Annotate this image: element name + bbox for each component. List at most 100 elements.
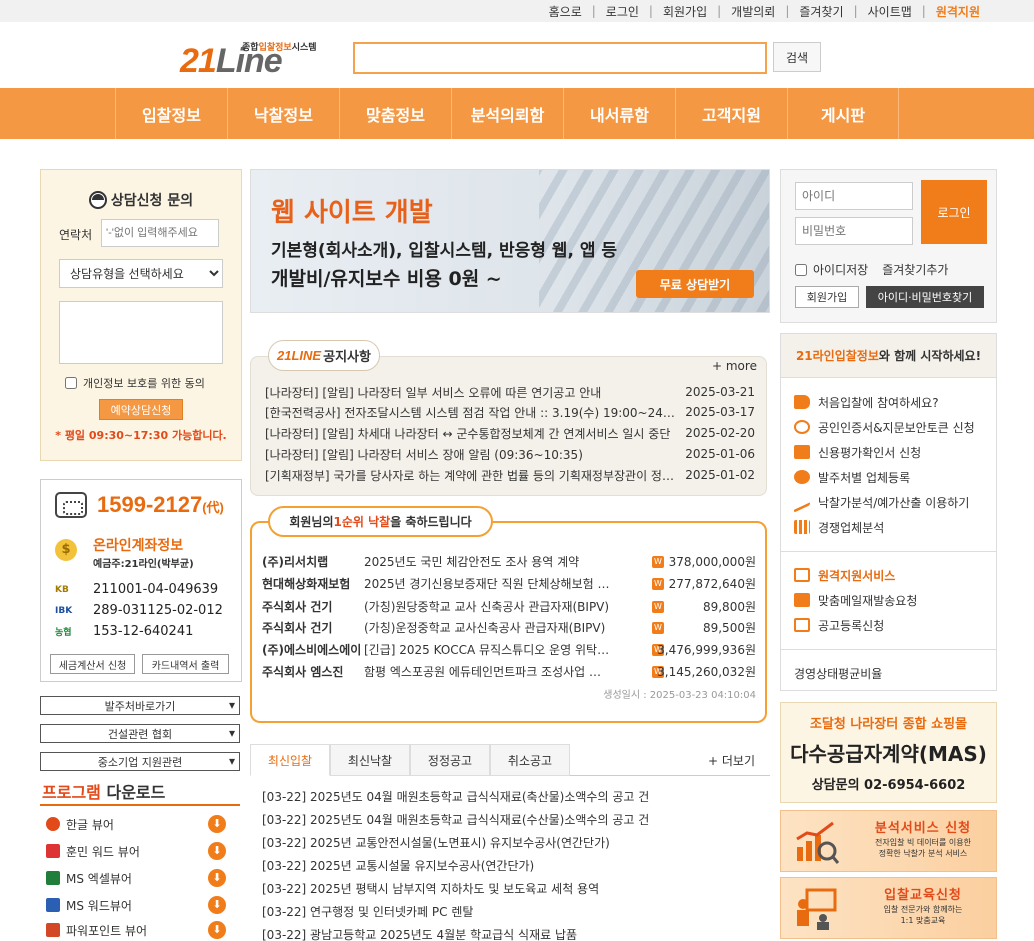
program-hunmin-viewer[interactable]: 훈민 워드 뷰어 ⬇	[46, 841, 236, 861]
won-icon: W	[652, 555, 664, 568]
top-link-remote[interactable]: 원격지원	[936, 3, 980, 20]
client-shortcut-select[interactable]: 발주처바로가기	[40, 696, 240, 715]
notice-row[interactable]: [나라장터] [알림] 나라장터 일부 서비스 오류에 따른 연기공고 안내 20…	[265, 382, 755, 402]
bid-list-item[interactable]: [03-22] 2025년 평택시 남부지역 지하차도 및 보도육교 세척 용역	[262, 880, 762, 900]
nav-support[interactable]: 고객지원	[675, 88, 787, 139]
top-link-login[interactable]: 로그인	[606, 3, 639, 20]
privacy-checkbox[interactable]	[65, 377, 77, 389]
notice-title: [한국전력공사] 전자조달시스템 시스템 점검 작업 안내 :: 3.19(수)…	[265, 405, 675, 420]
start-mail-resend[interactable]: 맞춤메일재발송요청	[794, 590, 994, 610]
start-first-bid[interactable]: 처음입찰에 참여하세요?	[794, 392, 994, 412]
start-notice-register[interactable]: 공고등록신청	[794, 615, 994, 635]
privacy-consent[interactable]: 개인정보 보호를 위한 동의	[65, 375, 205, 391]
bid-list-item[interactable]: [03-22] 연구행정 및 인터넷카페 PC 렌탈	[262, 903, 762, 923]
notice-date: 2025-01-06	[685, 447, 755, 461]
nav-bid-info[interactable]: 입찰정보	[115, 88, 227, 139]
program-ppt-viewer[interactable]: 파워포인트 뷰어 ⬇	[46, 920, 236, 940]
program-title-b: 다운로드	[106, 783, 166, 802]
consult-message-textarea[interactable]	[59, 301, 223, 364]
card-statement-button[interactable]: 카드내역서 출력	[142, 654, 229, 674]
award-row[interactable]: 현대해상화재보험 2025년 경기신용보증재단 직원 단체상해보험 가입 W 277,…	[262, 573, 756, 594]
remember-id-checkbox[interactable]	[795, 263, 807, 276]
user-id-input[interactable]	[795, 182, 913, 210]
construction-assoc-select[interactable]: 건설관련 협회	[40, 724, 240, 743]
notice-row[interactable]: [기획재정부] 국가를 당사자로 하는 계약에 관한 법률 등의 기획재정부장관…	[265, 465, 755, 485]
start-item-label: 신용평가확인서 신청	[818, 445, 922, 460]
find-id-pw-button[interactable]: 아이디·비밀번호찾기	[866, 286, 984, 308]
nav-custom-info[interactable]: 맞춤정보	[339, 88, 451, 139]
download-icon[interactable]: ⬇	[208, 842, 226, 860]
tax-invoice-button[interactable]: 세금계산서 신청	[50, 654, 135, 674]
program-excel-viewer[interactable]: MS 엑셀뷰어 ⬇	[46, 868, 236, 888]
notice-row[interactable]: [나라장터] [알림] 나라장터 서비스 장애 알림 (09:36~10:35)…	[265, 444, 755, 464]
download-icon[interactable]: ⬇	[208, 869, 226, 887]
site-logo[interactable]: 21Line 종합입찰정보시스템	[180, 36, 350, 80]
top-link-favorite[interactable]: 즐겨찾기	[799, 3, 843, 20]
nav-board[interactable]: 게시판	[787, 88, 899, 139]
bid-list-item[interactable]: [03-22] 광남고등학교 2025년도 4월분 학교급식 식재료 납품	[262, 926, 762, 941]
bank-row-ibk: IBK 289-031125-02-012	[55, 603, 223, 618]
analysis-service-banner[interactable]: 분석서비스 신청 전자입찰 빅 데이터를 이용한 정확한 낙찰가 분석 서비스	[780, 810, 997, 872]
top-link-dev[interactable]: 개발의뢰	[731, 3, 775, 20]
start-vendor-register[interactable]: 발주처별 업체등록	[794, 467, 994, 487]
award-row[interactable]: 주식회사 엠스진 함평 엑스포공원 에듀테인먼트파크 조성사업 전시 W 3,145,…	[262, 661, 756, 682]
nav-award-info[interactable]: 낙찰정보	[227, 88, 339, 139]
consult-type-select[interactable]: 상담유형을 선택하세요	[59, 259, 223, 288]
program-word-viewer[interactable]: MS 워드뷰어 ⬇	[46, 895, 236, 915]
top-link-join[interactable]: 회원가입	[663, 3, 707, 20]
award-row[interactable]: 주식회사 건기 (가칭)원당중학교 교사 신축공사 관급자재(BIPV) W 89,8…	[262, 596, 756, 617]
download-icon[interactable]: ⬇	[208, 896, 226, 914]
download-icon[interactable]: ⬇	[208, 815, 226, 833]
join-button[interactable]: 회원가입	[795, 286, 859, 308]
ibk-logo-icon: IBK	[55, 605, 73, 616]
bid-list-item[interactable]: [03-22] 2025년 교통시설물 유지보수공사(연간단가)	[262, 857, 762, 877]
bid-list-item[interactable]: [03-22] 2025년도 04월 매원초등학교 급식식재료(축산물)소액수의…	[262, 788, 762, 808]
notice-row[interactable]: [한국전력공사] 전자조달시스템 시스템 점검 작업 안내 :: 3.19(수)…	[265, 402, 755, 422]
search-box	[353, 42, 767, 74]
search-input[interactable]	[355, 44, 765, 72]
consult-title: 상담신청 문의	[41, 190, 241, 210]
start-item-label: 발주처별 업체등록	[818, 470, 911, 485]
award-row[interactable]: 주식회사 건기 (가칭)운정중학교 교사신축공사 관급자재(BIPV) W 89,50…	[262, 617, 756, 638]
top-link-sitemap[interactable]: 사이트맵	[868, 3, 912, 20]
password-input[interactable]	[795, 217, 913, 245]
notice-more-link[interactable]: + more	[712, 359, 757, 373]
mas-banner[interactable]: 조달청 나라장터 종합 쇼핑몰 다수공급자계약(MAS) 상담문의 02-695…	[780, 702, 997, 803]
start-competitor-analysis[interactable]: 경쟁업체분석	[794, 517, 994, 537]
start-management-ratio[interactable]: 경영상태평균비율	[794, 663, 994, 683]
start-divider	[781, 649, 996, 650]
phone-input[interactable]	[101, 219, 219, 247]
phone-number-row: 1599-2127(代)	[55, 492, 224, 518]
top-link-home[interactable]: 홈으로	[549, 3, 582, 20]
start-remote-support[interactable]: 원격지원서비스	[794, 565, 994, 585]
nav-analysis[interactable]: 분석의뢰함	[451, 88, 563, 139]
reserve-consult-button[interactable]: 예약상담신청	[99, 399, 183, 420]
list-more-link[interactable]: + 더보기	[708, 752, 755, 769]
program-label: MS 워드뷰어	[66, 898, 132, 913]
award-row[interactable]: (주)리서치랩 2025년도 국민 체감안전도 조사 용역 계약 W 378,000,…	[262, 551, 756, 572]
bid-list-item[interactable]: [03-22] 2025년 교통안전시설물(노면표시) 유지보수공사(연간단가)	[262, 834, 762, 854]
start-cert-token[interactable]: 공인인증서&지문보안토큰 신청	[794, 417, 994, 437]
start-price-analysis[interactable]: 낙찰가분석/예가산출 이용하기	[794, 491, 994, 513]
remember-id[interactable]: 아이디저장 즐겨찾기추가	[795, 261, 948, 278]
add-favorite-link[interactable]: 즐겨찾기추가	[882, 261, 948, 278]
award-company: 주식회사 건기	[262, 600, 333, 614]
search-button[interactable]: 검색	[773, 42, 821, 72]
program-hwp-viewer[interactable]: 한글 뷰어 ⬇	[46, 814, 236, 834]
nav-documents[interactable]: 내서류함	[563, 88, 675, 139]
tab-corrections[interactable]: 정정공고	[410, 744, 490, 776]
tab-latest-bids[interactable]: 최신입찰	[250, 744, 330, 776]
notice-row[interactable]: [나라장터] [알림] 차세대 나라장터 ↔ 군수통합정보체계 간 연계서비스 …	[265, 423, 755, 443]
sme-support-select[interactable]: 중소기업 지원관련	[40, 752, 240, 771]
start-item-label: 공고등록신청	[818, 618, 885, 633]
web-dev-banner[interactable]: 웹 사이트 개발 기본형(회사소개), 입찰시스템, 반응형 웹, 앱 등 개발…	[250, 169, 770, 313]
download-icon[interactable]: ⬇	[208, 921, 226, 939]
bid-list-item[interactable]: [03-22] 2025년도 04월 매원초등학교 급식식재료(수산물)소액수의…	[262, 811, 762, 831]
free-consult-button[interactable]: 무료 상담받기	[636, 270, 754, 298]
start-credit-rating[interactable]: 신용평가확인서 신청	[794, 442, 994, 462]
tab-latest-awards[interactable]: 최신낙찰	[330, 744, 410, 776]
tab-cancellations[interactable]: 취소공고	[490, 744, 570, 776]
login-button[interactable]: 로그인	[921, 180, 987, 244]
bid-education-banner[interactable]: 입찰교육신청 입찰 전문가와 함께하는 1:1 맞춤교육	[780, 877, 997, 939]
award-row[interactable]: (주)에스비에스에이 [긴급] 2025 KOCCA 뮤직스튜디오 운영 위탁 용…	[262, 639, 756, 660]
